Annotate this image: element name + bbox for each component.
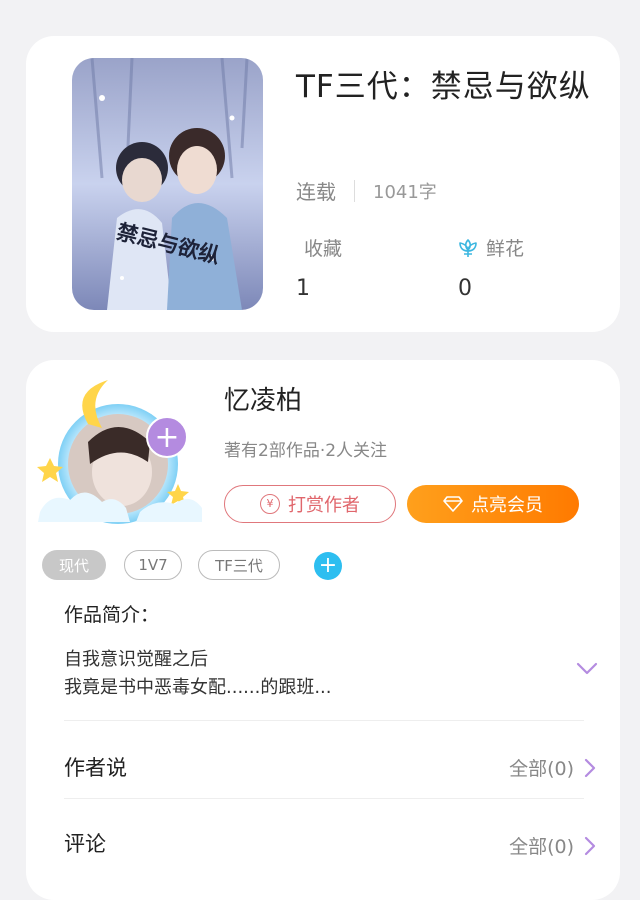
tag-item[interactable]: TF三代	[198, 550, 280, 580]
yen-icon: ¥	[260, 494, 280, 514]
intro-line: 我竟是书中恶毒女配......的跟班...	[64, 677, 332, 698]
activate-vip-button[interactable]: 点亮会员	[407, 485, 579, 523]
tip-author-label: 打赏作者	[288, 495, 360, 516]
activate-vip-label: 点亮会员	[471, 495, 543, 516]
chevron-right-icon	[584, 758, 596, 777]
intro-text[interactable]: 自我意识觉醒之后 我竟是书中恶毒女配......的跟班...	[64, 646, 544, 702]
flowers-count: 0	[458, 276, 472, 301]
add-tag-button[interactable]: +	[314, 552, 342, 580]
tip-author-button[interactable]: ¥ 打赏作者	[224, 485, 396, 523]
tag-item[interactable]: 1V7	[124, 550, 182, 580]
comments-view-all[interactable]: 全部(0)	[509, 832, 596, 859]
favorites-count: 1	[296, 276, 310, 301]
diamond-icon	[443, 496, 463, 512]
favorites-label: 收藏	[304, 238, 343, 260]
book-meta: 连载 1041字	[296, 176, 437, 205]
word-count: 1041字	[373, 181, 437, 203]
book-cover-image[interactable]: 禁忌与欲纵	[72, 58, 263, 310]
comments-count: 全部(0)	[509, 836, 574, 858]
book-title: TF三代：禁忌与欲纵	[296, 69, 591, 105]
flowers-stat[interactable]: 鲜花	[456, 234, 524, 261]
book-info-card: 禁忌与欲纵 TF三代：禁忌与欲纵 连载 1041字 收藏 1 鲜花 0	[26, 36, 620, 332]
author-avatar[interactable]: +	[30, 372, 210, 532]
flowers-label: 鲜花	[486, 238, 525, 260]
intro-title: 作品简介：	[64, 604, 160, 626]
author-name[interactable]: 忆凌柏	[224, 380, 302, 417]
chevron-down-icon[interactable]	[576, 662, 598, 676]
meta-divider	[354, 179, 355, 202]
author-summary: 著有2部作品·2人关注	[224, 441, 388, 461]
intro-line: 自我意识觉醒之后	[64, 649, 208, 670]
author-says-view-all[interactable]: 全部(0)	[509, 754, 596, 781]
chevron-right-icon	[584, 836, 596, 855]
divider	[64, 720, 584, 721]
author-says-count: 全部(0)	[509, 758, 574, 780]
comments-title: 评论	[64, 832, 106, 856]
author-info-card: + 忆凌柏 著有2部作品·2人关注 ¥ 打赏作者 点亮会员 现代 1V7 TF三…	[26, 360, 620, 900]
divider	[64, 798, 584, 799]
follow-author-button[interactable]: +	[146, 416, 188, 458]
flower-icon	[459, 238, 477, 257]
author-says-title: 作者说	[64, 756, 127, 780]
tag-item[interactable]: 现代	[42, 550, 106, 580]
serial-status: 连载	[296, 180, 336, 204]
